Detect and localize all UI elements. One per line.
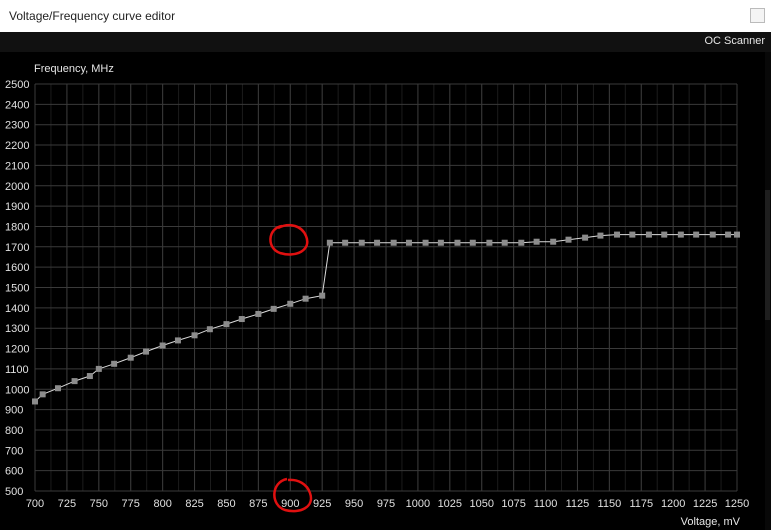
x-tick-label: 800	[153, 498, 171, 510]
x-tick-label: 1200	[661, 498, 685, 510]
x-tick-label: 750	[90, 498, 108, 510]
x-tick-label: 850	[217, 498, 235, 510]
y-tick-label: 2000	[5, 181, 29, 193]
y-tick-label: 2400	[5, 99, 29, 111]
curve-point[interactable]	[645, 231, 652, 238]
x-axis-ticks: 700 725 750 775 800 825 850 875 900 925 950 975 1000…	[26, 498, 749, 510]
x-tick-label: 1100	[534, 498, 558, 510]
curve-point[interactable]	[709, 231, 716, 238]
curve-point[interactable]	[32, 398, 38, 405]
curve-point[interactable]	[486, 239, 493, 246]
x-tick-label: 925	[313, 498, 331, 510]
y-tick-label: 1000	[5, 384, 29, 396]
x-tick-label: 1175	[629, 498, 653, 510]
curve-point[interactable]	[405, 239, 412, 246]
curve-point[interactable]	[71, 378, 78, 385]
curve-point[interactable]	[734, 231, 740, 238]
curve-point[interactable]	[437, 239, 444, 246]
y-axis-ticks: 500 600 700 800 900 1000 1100 1200 1300 1400 1500 1…	[5, 79, 29, 498]
y-tick-label: 1300	[5, 323, 29, 335]
curve-point[interactable]	[629, 231, 636, 238]
curve-point[interactable]	[319, 292, 326, 299]
curve-point[interactable]	[342, 239, 349, 246]
chart-grid	[34, 83, 738, 492]
curve-point[interactable]	[501, 239, 508, 246]
y-tick-label: 600	[5, 466, 23, 478]
curve-point[interactable]	[143, 348, 150, 355]
y-tick-label: 1500	[5, 283, 29, 295]
x-tick-label: 1025	[438, 498, 462, 510]
curve-point[interactable]	[454, 239, 461, 246]
curve-point[interactable]	[223, 321, 230, 328]
y-tick-label: 1700	[5, 242, 29, 254]
curve-point[interactable]	[206, 326, 213, 333]
curve-point[interactable]	[95, 365, 102, 372]
curve-point[interactable]	[565, 236, 572, 243]
curve-point[interactable]	[661, 231, 668, 238]
y-axis-label: Frequency, MHz	[34, 63, 114, 75]
curve-point[interactable]	[518, 239, 525, 246]
curve-point[interactable]	[374, 239, 381, 246]
curve-point[interactable]	[582, 234, 589, 241]
y-tick-label: 1600	[5, 262, 29, 274]
y-tick-label: 1900	[5, 201, 29, 213]
x-tick-label: 775	[122, 498, 140, 510]
x-tick-label: 825	[185, 498, 203, 510]
curve-point[interactable]	[174, 337, 181, 344]
curve-point[interactable]	[39, 391, 46, 398]
y-tick-label: 2100	[5, 160, 29, 172]
curve-point[interactable]	[111, 360, 118, 367]
curve-point[interactable]	[238, 316, 245, 323]
x-axis-label: Voltage, mV	[681, 516, 741, 528]
x-tick-label: 1075	[501, 498, 525, 510]
x-tick-label: 1000	[406, 498, 430, 510]
x-tick-label: 1150	[598, 498, 622, 510]
x-tick-label: 1050	[469, 498, 493, 510]
x-tick-label: 1225	[693, 498, 717, 510]
curve-point[interactable]	[159, 342, 166, 349]
y-tick-label: 1400	[5, 303, 29, 315]
curve-point[interactable]	[358, 239, 365, 246]
curve-point[interactable]	[533, 238, 540, 245]
curve-point[interactable]	[270, 305, 277, 312]
curve-point[interactable]	[422, 239, 429, 246]
curve-point[interactable]	[677, 231, 684, 238]
curve-point[interactable]	[326, 239, 333, 246]
curve-point[interactable]	[86, 373, 93, 380]
curve-point[interactable]	[390, 239, 397, 246]
curve-point[interactable]	[302, 295, 309, 302]
y-tick-label: 1100	[5, 364, 29, 376]
curve-point[interactable]	[54, 385, 61, 392]
y-tick-label: 1800	[5, 221, 29, 233]
scrollbar-thumb[interactable]	[765, 190, 770, 320]
x-tick-label: 1250	[725, 498, 749, 510]
curve-point[interactable]	[725, 231, 732, 238]
x-tick-label: 1125	[566, 498, 590, 510]
y-tick-label: 900	[5, 405, 23, 417]
vf-curve-chart[interactable]: 500 600 700 800 900 1000 1100 1200 1300 1400 1500 1…	[0, 0, 771, 530]
curve-point[interactable]	[287, 300, 294, 307]
curve-point[interactable]	[693, 231, 700, 238]
x-tick-label: 900	[281, 498, 299, 510]
y-tick-label: 2500	[5, 79, 29, 91]
curve-point[interactable]	[255, 310, 262, 317]
y-tick-label: 800	[5, 425, 23, 437]
x-tick-label: 725	[58, 498, 76, 510]
x-tick-label: 875	[249, 498, 267, 510]
curve-point[interactable]	[614, 231, 621, 238]
curve-point[interactable]	[469, 239, 476, 246]
annotation-circle-top	[269, 224, 309, 256]
y-tick-label: 700	[5, 445, 23, 457]
curve-point[interactable]	[597, 232, 604, 239]
y-tick-label: 2200	[5, 140, 29, 152]
x-tick-label: 700	[26, 498, 44, 510]
y-tick-label: 2300	[5, 120, 29, 132]
curve-point[interactable]	[550, 238, 557, 245]
x-tick-label: 975	[377, 498, 395, 510]
y-tick-label: 500	[5, 486, 23, 498]
curve-point[interactable]	[127, 354, 134, 361]
x-tick-label: 950	[345, 498, 363, 510]
curve-point[interactable]	[191, 332, 198, 339]
y-tick-label: 1200	[5, 344, 29, 356]
